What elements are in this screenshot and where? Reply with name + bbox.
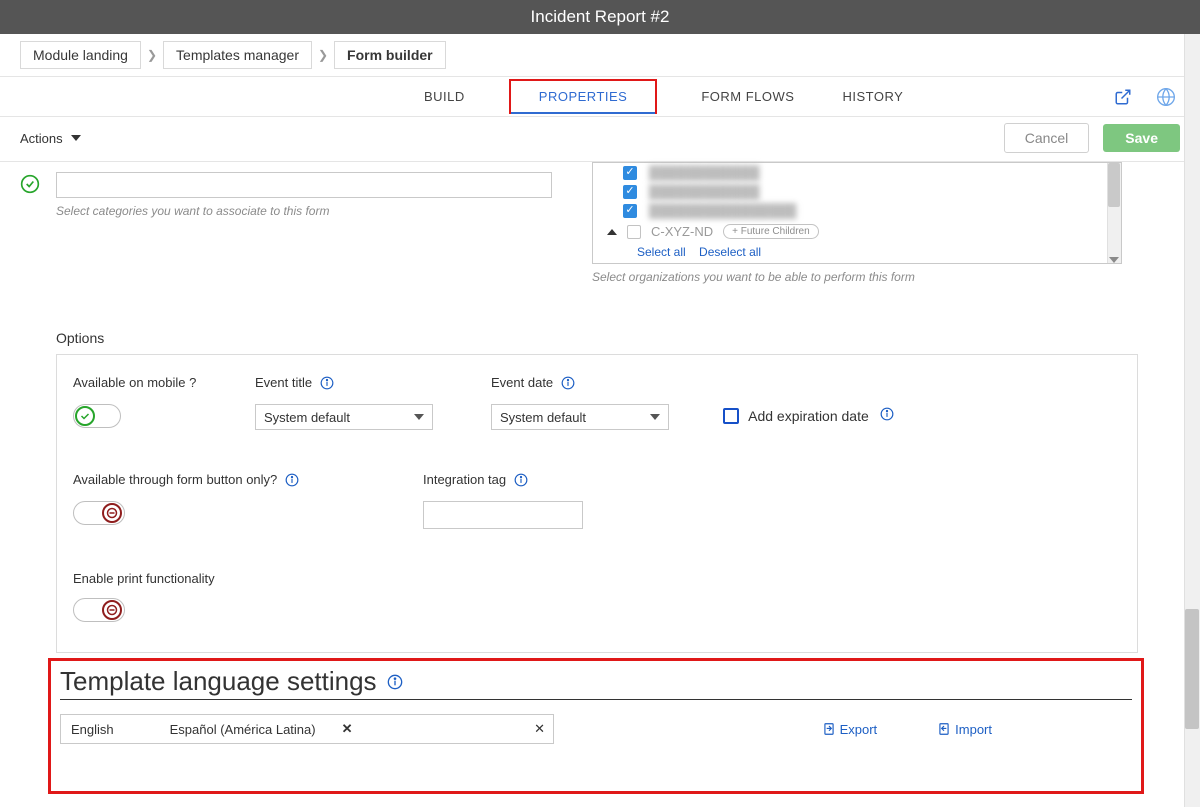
caret-down-icon: [71, 135, 81, 141]
org-item-redacted: ████████████████: [649, 203, 796, 218]
info-icon[interactable]: [320, 376, 334, 390]
breadcrumb: Module landing ❯ Templates manager ❯ For…: [0, 34, 1200, 77]
org-item-redacted: ████████████: [649, 165, 760, 180]
minus-circle-icon: [102, 503, 122, 523]
info-icon[interactable]: [514, 473, 528, 487]
breadcrumb-form-builder[interactable]: Form builder: [334, 41, 446, 69]
caret-down-icon: [650, 414, 660, 420]
tab-properties[interactable]: PROPERTIES: [509, 79, 658, 114]
chevron-right-icon: ❯: [147, 48, 157, 62]
tab-form-flows[interactable]: FORM FLOWS: [697, 79, 798, 114]
check-icon: [75, 406, 95, 426]
event-date-select[interactable]: System default: [491, 404, 669, 430]
future-children-chip[interactable]: + Future Children: [723, 224, 819, 239]
event-title-select[interactable]: System default: [255, 404, 433, 430]
language-input[interactable]: English Español (América Latina) ✕ ✕: [60, 714, 554, 744]
event-title-label: Event title: [255, 375, 312, 390]
categories-input[interactable]: [56, 172, 552, 198]
event-date-value: System default: [500, 410, 586, 425]
language-chip-spanish: Español (América Latina): [170, 722, 316, 737]
scroll-down-icon[interactable]: [1109, 257, 1119, 263]
form-button-only-toggle[interactable]: [73, 501, 125, 525]
language-settings-heading: Template language settings: [60, 666, 377, 697]
info-icon[interactable]: [285, 473, 299, 487]
page-scrollbar[interactable]: [1184, 34, 1200, 807]
org-scrollbar[interactable]: [1107, 163, 1121, 263]
integration-tag-input[interactable]: [423, 501, 583, 529]
form-button-only-label: Available through form button only?: [73, 472, 277, 487]
tab-history[interactable]: HISTORY: [838, 79, 907, 114]
integration-tag-label: Integration tag: [423, 472, 506, 487]
page-title-bar: Incident Report #2: [0, 0, 1200, 34]
action-bar: Actions Cancel Save: [0, 117, 1200, 162]
minus-circle-icon: [102, 600, 122, 620]
options-heading: Options: [56, 330, 1180, 346]
checkbox-empty-icon[interactable]: [627, 225, 641, 239]
organizations-helper: Select organizations you want to be able…: [592, 270, 1122, 284]
page-title: Incident Report #2: [531, 7, 670, 27]
breadcrumb-templates-manager[interactable]: Templates manager: [163, 41, 312, 69]
export-button[interactable]: Export: [822, 722, 878, 737]
enable-print-toggle[interactable]: [73, 598, 125, 622]
info-icon[interactable]: [387, 674, 403, 690]
language-chip-english: English: [71, 722, 114, 737]
cancel-button[interactable]: Cancel: [1004, 123, 1090, 153]
organizations-box[interactable]: ✓ ████████████ ✓ ████████████ ✓ ████████…: [592, 162, 1122, 264]
caret-down-icon: [414, 414, 424, 420]
actions-label: Actions: [20, 131, 63, 146]
info-icon[interactable]: [561, 376, 575, 390]
globe-icon[interactable]: [1156, 87, 1176, 107]
add-expiration-checkbox[interactable]: [723, 408, 739, 424]
breadcrumb-module-landing[interactable]: Module landing: [20, 41, 141, 69]
import-button[interactable]: Import: [937, 722, 992, 737]
checkbox-checked-icon[interactable]: ✓: [623, 166, 637, 180]
org-item-redacted: ████████████: [649, 184, 760, 199]
clear-languages-icon[interactable]: ✕: [534, 721, 545, 737]
checkbox-checked-icon[interactable]: ✓: [623, 185, 637, 199]
checkbox-checked-icon[interactable]: ✓: [623, 204, 637, 218]
org-item-label: C-XYZ-ND: [651, 224, 713, 239]
info-icon[interactable]: [880, 407, 894, 421]
select-all-link[interactable]: Select all: [637, 245, 686, 259]
chevron-right-icon: ❯: [318, 48, 328, 62]
enable-print-label: Enable print functionality: [73, 571, 1121, 586]
add-expiration-label: Add expiration date: [748, 408, 869, 424]
page-scroll-thumb[interactable]: [1185, 609, 1199, 729]
save-button[interactable]: Save: [1103, 124, 1180, 152]
available-on-mobile-label: Available on mobile ?: [73, 375, 229, 390]
check-circle-icon: [20, 174, 40, 194]
event-date-label: Event date: [491, 375, 553, 390]
remove-language-icon[interactable]: ✕: [342, 721, 353, 737]
tab-build[interactable]: BUILD: [420, 79, 469, 114]
event-title-value: System default: [264, 410, 350, 425]
caret-up-icon[interactable]: [607, 229, 617, 235]
available-on-mobile-toggle[interactable]: [73, 404, 121, 428]
deselect-all-link[interactable]: Deselect all: [699, 245, 761, 259]
tabs-row: BUILD PROPERTIES FORM FLOWS HISTORY: [0, 77, 1200, 117]
org-scroll-thumb[interactable]: [1108, 163, 1120, 207]
options-panel: Available on mobile ? Event title System…: [56, 354, 1138, 653]
external-link-icon[interactable]: [1114, 88, 1132, 106]
categories-helper: Select categories you want to associate …: [56, 204, 552, 218]
actions-dropdown[interactable]: Actions: [20, 131, 81, 146]
